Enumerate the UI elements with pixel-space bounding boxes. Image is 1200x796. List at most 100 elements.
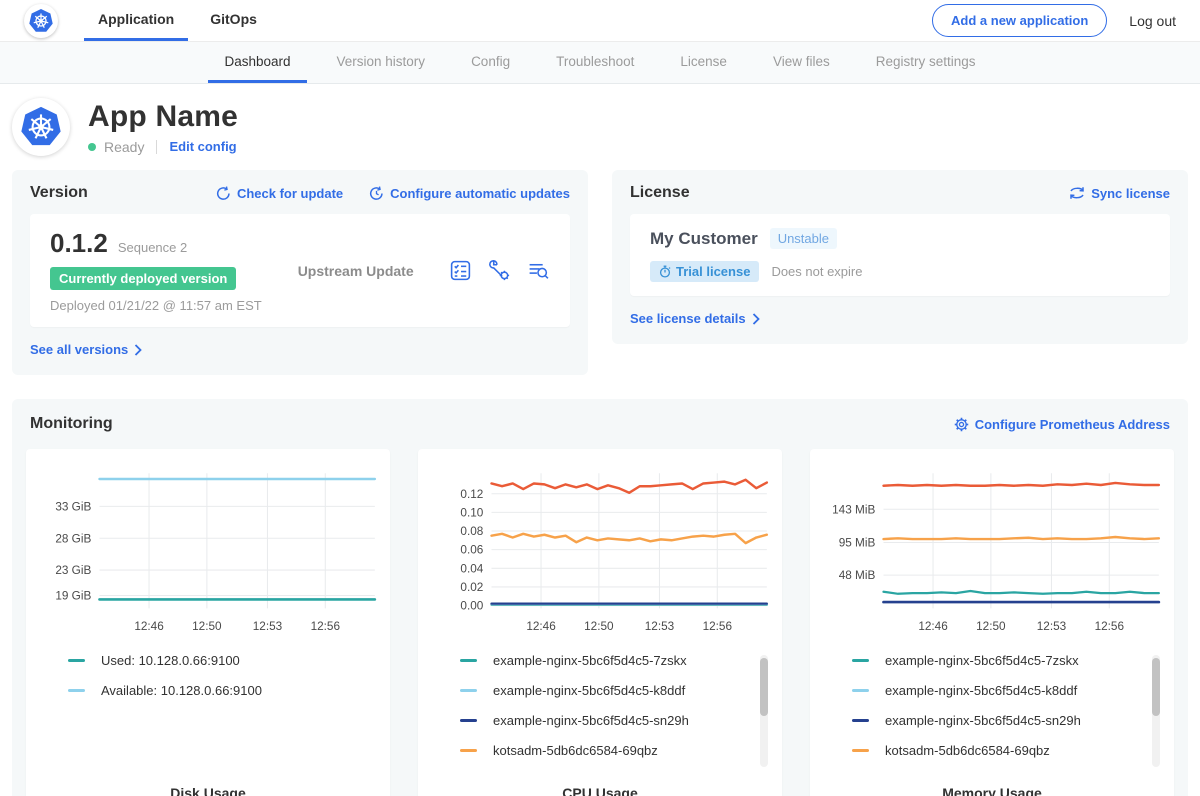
svg-text:33 GiB: 33 GiB [55, 500, 91, 513]
legend-color-dash [460, 749, 477, 752]
svg-text:12:53: 12:53 [1037, 620, 1067, 633]
top-tab-gitops[interactable]: GitOps [196, 0, 271, 41]
chevron-right-icon [752, 313, 760, 325]
sub-tab-troubleshoot[interactable]: Troubleshoot [540, 42, 650, 83]
svg-text:0.08: 0.08 [460, 525, 483, 538]
license-details-row: My Customer Unstable Trial license Does … [630, 214, 1170, 296]
sub-tab-config[interactable]: Config [455, 42, 526, 83]
svg-text:48 MiB: 48 MiB [839, 569, 876, 582]
legend-label: example-nginx-5bc6f5d4c5-7zskx [885, 653, 1079, 668]
version-number: 0.1.2 [50, 228, 108, 259]
svg-text:12:53: 12:53 [253, 620, 283, 633]
top-navigation: ApplicationGitOps Add a new application … [0, 0, 1200, 42]
memory-usage-plot: 48 MiB95 MiB143 MiB12:4612:5012:5312:56 [818, 463, 1166, 645]
svg-text:0.10: 0.10 [460, 506, 483, 519]
license-expiry: Does not expire [771, 264, 862, 279]
svg-text:12:56: 12:56 [703, 620, 733, 633]
svg-text:0.12: 0.12 [460, 488, 483, 501]
legend-label: Used: 10.128.0.66:9100 [101, 653, 240, 668]
legend-color-dash [852, 719, 869, 722]
legend-item: example-nginx-5bc6f5d4c5-7zskx [852, 653, 1144, 668]
monitoring-section: Monitoring Configure Prometheus Address … [12, 399, 1188, 796]
legend-item: Used: 10.128.0.66:9100 [68, 653, 360, 668]
svg-text:143 MiB: 143 MiB [832, 503, 875, 516]
svg-text:12:50: 12:50 [584, 620, 614, 633]
channel-badge: Unstable [770, 228, 837, 249]
view-logs-icon[interactable] [527, 259, 550, 282]
sub-tab-license[interactable]: License [664, 42, 743, 83]
add-new-application-button[interactable]: Add a new application [932, 4, 1107, 37]
see-license-details-link[interactable]: See license details [630, 311, 760, 326]
svg-text:0.00: 0.00 [460, 600, 483, 613]
status-dot [88, 143, 96, 151]
sub-tab-version-history[interactable]: Version history [321, 42, 442, 83]
sub-tab-registry-settings[interactable]: Registry settings [860, 42, 992, 83]
license-card-title: License [630, 184, 690, 202]
svg-text:19 GiB: 19 GiB [55, 590, 91, 603]
app-logo [24, 0, 58, 41]
svg-text:95 MiB: 95 MiB [839, 537, 876, 550]
sync-license-link[interactable]: Sync license [1069, 186, 1170, 201]
legend-item: kotsadm-5db6dc6584-69qbz [852, 743, 1144, 758]
refresh-icon [216, 186, 231, 201]
svg-text:12:50: 12:50 [192, 620, 222, 633]
edit-config-link[interactable]: Edit config [169, 139, 236, 154]
top-nav-tabs: ApplicationGitOps [84, 0, 271, 41]
trial-license-badge: Trial license [650, 261, 759, 282]
preflight-checks-icon[interactable] [449, 259, 472, 282]
legend-scrollbar-thumb[interactable] [1152, 658, 1160, 716]
version-card: Version Check for update Configure autom… [12, 170, 588, 375]
deployed-timestamp: Deployed 01/21/22 @ 11:57 am EST [50, 298, 280, 313]
sync-icon [1069, 186, 1085, 200]
legend-label: example-nginx-5bc6f5d4c5-7zskx [493, 653, 687, 668]
configure-prometheus-link[interactable]: Configure Prometheus Address [954, 417, 1170, 432]
legend-scrollbar[interactable] [1152, 655, 1160, 767]
legend-scrollbar[interactable] [760, 655, 768, 767]
legend-label: example-nginx-5bc6f5d4c5-k8ddf [493, 683, 685, 698]
legend-item: kotsadm-5db6dc6584-69qbz [460, 743, 752, 758]
gear-icon [954, 417, 969, 432]
log-out-link[interactable]: Log out [1129, 13, 1176, 29]
legend-color-dash [68, 689, 85, 692]
check-for-update-link[interactable]: Check for update [216, 186, 343, 201]
svg-text:12:46: 12:46 [134, 620, 164, 633]
kubernetes-logo-icon [24, 4, 58, 38]
legend-item: example-nginx-5bc6f5d4c5-sn29h [852, 713, 1144, 728]
svg-text:12:46: 12:46 [918, 620, 948, 633]
disk-usage-chart-card: 19 GiB23 GiB28 GiB33 GiB12:4612:5012:531… [26, 449, 390, 796]
cpu-usage-chart-card: 0.000.020.040.060.080.100.1212:4612:5012… [418, 449, 782, 796]
configure-automatic-updates-link[interactable]: Configure automatic updates [369, 186, 570, 201]
legend-item: Available: 10.128.0.66:9100 [68, 683, 360, 698]
config-wrench-icon[interactable] [488, 259, 511, 282]
top-tab-application[interactable]: Application [84, 0, 188, 41]
legend-color-dash [460, 659, 477, 662]
svg-text:12:46: 12:46 [526, 620, 556, 633]
svg-text:12:56: 12:56 [1095, 620, 1125, 633]
chart-title: CPU Usage [426, 775, 774, 796]
cpu-usage-legend: example-nginx-5bc6f5d4c5-7zskx example-ng… [460, 653, 774, 775]
disk-usage-legend: Used: 10.128.0.66:9100 Available: 10.128.… [68, 653, 382, 775]
svg-text:28 GiB: 28 GiB [55, 532, 91, 545]
page-title: App Name [88, 100, 238, 134]
stopwatch-icon [659, 265, 671, 278]
monitoring-title: Monitoring [30, 415, 113, 433]
upstream-update-label: Upstream Update [298, 263, 414, 279]
sub-tab-view-files[interactable]: View files [757, 42, 846, 83]
svg-text:0.04: 0.04 [460, 562, 483, 575]
license-card: License Sync license My Customer Unstabl… [612, 170, 1188, 344]
svg-text:12:53: 12:53 [645, 620, 675, 633]
see-all-versions-link[interactable]: See all versions [30, 342, 142, 357]
legend-scrollbar-thumb[interactable] [760, 658, 768, 716]
app-sub-navigation: Dashboard Version history Config Troublesho… [0, 42, 1200, 84]
legend-item: example-nginx-5bc6f5d4c5-sn29h [460, 713, 752, 728]
svg-text:0.06: 0.06 [460, 544, 483, 557]
legend-color-dash [460, 689, 477, 692]
currently-deployed-badge: Currently deployed version [50, 267, 236, 290]
version-card-title: Version [30, 184, 88, 202]
divider [156, 140, 157, 154]
legend-label: kotsadm-5db6dc6584-69qbz [885, 743, 1050, 758]
cpu-usage-plot: 0.000.020.040.060.080.100.1212:4612:5012… [426, 463, 774, 645]
sub-tab-dashboard[interactable]: Dashboard [208, 42, 306, 83]
version-sequence: Sequence 2 [118, 240, 187, 255]
current-version-row: 0.1.2 Sequence 2 Currently deployed vers… [30, 214, 570, 327]
